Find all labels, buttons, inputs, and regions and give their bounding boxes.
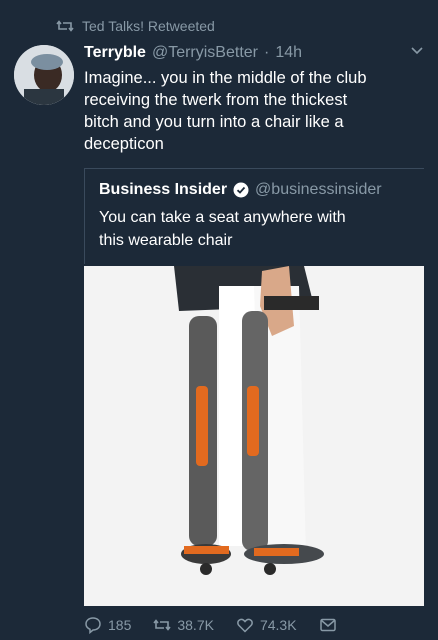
reply-icon: [85, 617, 101, 634]
direct-message-button[interactable]: [319, 616, 337, 634]
quote-media[interactable]: [84, 266, 424, 606]
like-button[interactable]: 74.3K: [236, 616, 297, 634]
wearable-chair-image: [84, 266, 424, 606]
tweet-header: Terryble @TerryisBetter · 14h: [84, 44, 426, 62]
retweet-icon: [56, 20, 74, 32]
retweet-label: Ted Talks! Retweeted: [82, 18, 215, 34]
quote-text: You can take a seat anywhere with this w…: [99, 209, 346, 249]
quote-header: Business Insider @businessinsider: [99, 181, 382, 199]
retweet-context: Ted Talks! Retweeted: [56, 18, 215, 34]
verified-badge-icon: [233, 182, 249, 198]
reply-count: 185: [108, 617, 132, 633]
tweet-text: Imagine... you in the middle of the club…: [84, 69, 367, 153]
author-handle[interactable]: @TerryisBetter: [152, 44, 258, 62]
avatar[interactable]: [14, 45, 74, 105]
author-name[interactable]: Terryble: [84, 44, 146, 62]
retweet-icon: [153, 619, 171, 631]
time-separator: ·: [264, 44, 270, 61]
like-count: 74.3K: [259, 617, 297, 633]
chevron-down-icon[interactable]: [410, 46, 424, 56]
mail-icon: [319, 618, 336, 632]
retweet-count: 38.7K: [177, 617, 214, 633]
quote-tweet[interactable]: Business Insider @businessinsider You ca…: [84, 168, 424, 264]
quote-author-handle: @businessinsider: [255, 181, 382, 198]
tweet-time[interactable]: 14h: [275, 44, 302, 62]
avatar-image: [14, 45, 74, 105]
retweet-button[interactable]: 38.7K: [153, 616, 214, 634]
reply-button[interactable]: 185: [84, 616, 131, 634]
quote-author-name: Business Insider: [99, 181, 228, 198]
tweet-actions: 185 38.7K 74.3K: [84, 616, 378, 634]
heart-icon: [237, 618, 253, 633]
